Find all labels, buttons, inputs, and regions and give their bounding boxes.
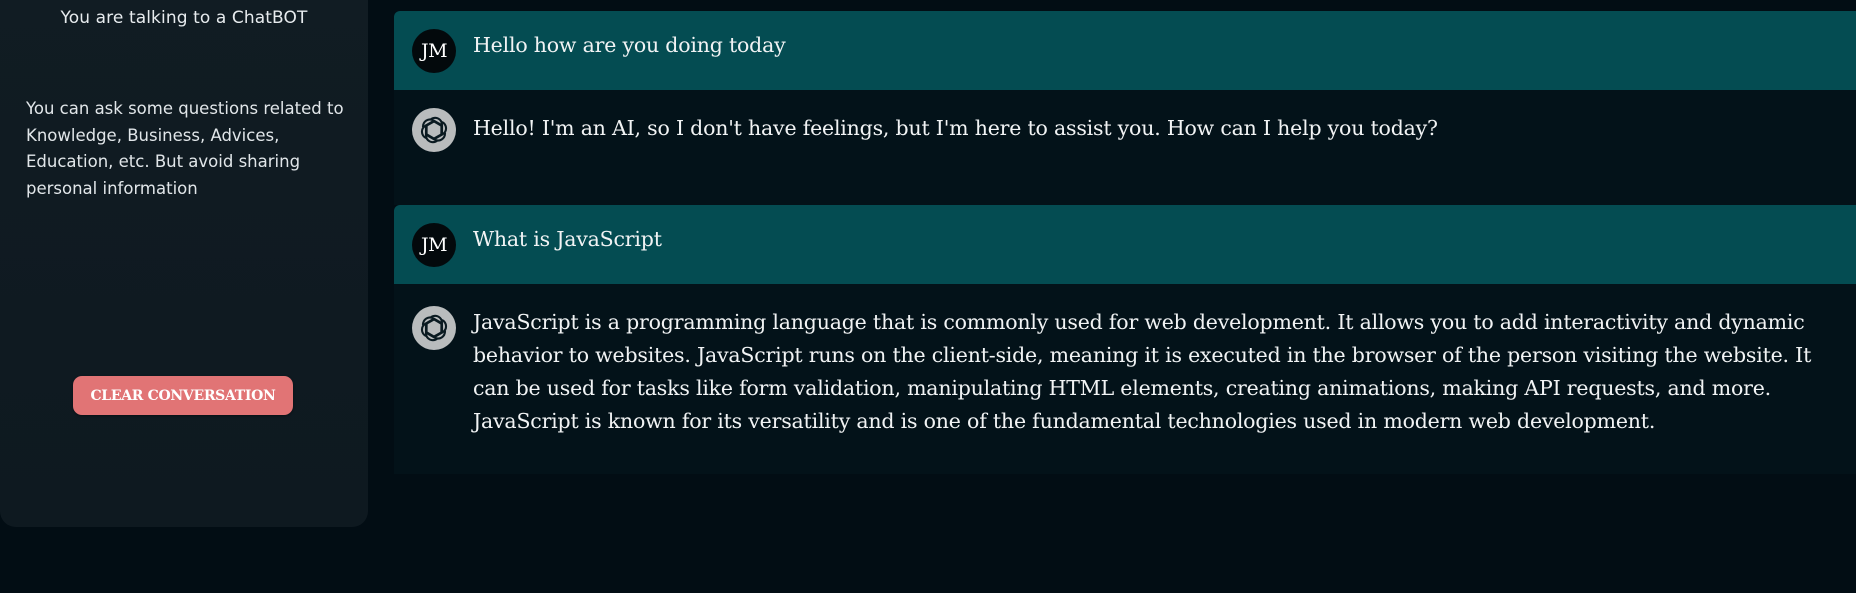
assistant-message: JavaScript is a programming language tha… [394, 284, 1856, 474]
message-text: What is JavaScript [473, 227, 662, 251]
openai-logo-svg [420, 116, 448, 144]
sidebar-title: You are talking to a ChatBOT [60, 8, 308, 28]
message-text: Hello! I'm an AI, so I don't have feelin… [473, 116, 1438, 140]
message-text: Hello how are you doing today [473, 33, 786, 57]
message-text: JavaScript is a programming language tha… [473, 310, 1812, 433]
clear-conversation-button[interactable]: CLEAR CONVERSATION [73, 376, 293, 415]
sidebar: You are talking to a ChatBOT You can ask… [0, 0, 368, 527]
user-avatar: JM [412, 29, 456, 73]
chat-log: JM Hello how are you doing today Hello! … [394, 11, 1856, 474]
user-message: JM Hello how are you doing today [394, 11, 1856, 90]
user-message: JM What is JavaScript [394, 205, 1856, 284]
openai-logo-svg [420, 314, 448, 342]
sidebar-description: You can ask some questions related to Kn… [26, 99, 344, 198]
openai-logo-icon [412, 108, 456, 152]
assistant-message: Hello! I'm an AI, so I don't have feelin… [394, 90, 1856, 205]
openai-logo-icon [412, 306, 456, 350]
user-avatar: JM [412, 223, 456, 267]
